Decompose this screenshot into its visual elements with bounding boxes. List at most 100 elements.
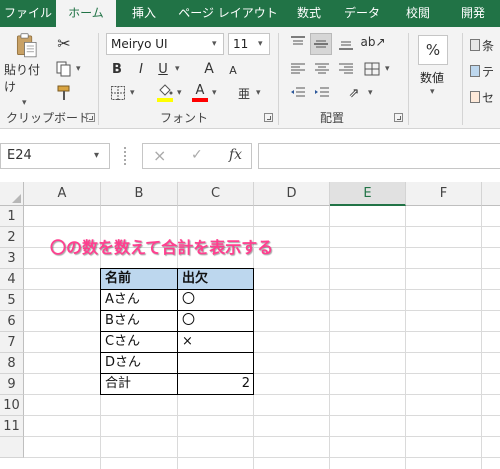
shrink-font-button[interactable]: A: [224, 60, 242, 80]
gridline: [24, 436, 500, 437]
select-all-button[interactable]: [0, 182, 24, 206]
tab-formulas[interactable]: 数式: [284, 0, 334, 27]
row-header-9[interactable]: 9: [0, 374, 24, 395]
table-header-name[interactable]: 名前: [101, 269, 178, 290]
paste-button[interactable]: 貼り付け: [4, 33, 48, 95]
format-as-table-icon: [470, 65, 480, 77]
align-top-icon[interactable]: [288, 33, 308, 53]
font-size-dropdown-icon[interactable]: ▾: [258, 39, 263, 49]
tab-insert[interactable]: 挿入: [116, 0, 172, 27]
italic-button[interactable]: I: [132, 59, 150, 79]
align-center-icon[interactable]: [312, 59, 332, 79]
borders-dropdown-icon[interactable]: ▾: [130, 88, 135, 98]
decrease-indent-icon[interactable]: [288, 83, 308, 103]
paste-dropdown-icon[interactable]: ▾: [22, 98, 27, 108]
wrap-text-icon[interactable]: [362, 59, 382, 79]
borders-icon[interactable]: [108, 83, 128, 103]
number-dropdown-icon[interactable]: ▾: [430, 87, 435, 97]
tab-file[interactable]: ファイル: [0, 0, 56, 27]
column-header-a[interactable]: A: [24, 182, 101, 206]
increase-indent-icon[interactable]: [312, 83, 332, 103]
column-header-f[interactable]: F: [406, 182, 482, 206]
bold-button[interactable]: B: [108, 59, 126, 79]
tab-home[interactable]: ホーム: [56, 0, 116, 27]
row-header-6[interactable]: 6: [0, 311, 24, 332]
number-label: 数値: [420, 71, 445, 85]
gridline: [24, 457, 500, 458]
orientation-icon[interactable]: ab↗: [360, 31, 385, 53]
align-right-icon[interactable]: [336, 59, 356, 79]
font-size-select[interactable]: 11: [228, 33, 270, 55]
furigana-dropdown-icon[interactable]: ▾: [256, 88, 261, 98]
cut-icon[interactable]: ✂: [54, 33, 74, 53]
tab-page-layout[interactable]: ページ レイアウト: [172, 0, 284, 27]
group-label-clipboard: クリップボード: [6, 111, 91, 125]
copy-icon[interactable]: [54, 59, 74, 79]
column-header-c[interactable]: C: [178, 182, 254, 206]
font-name-dropdown-icon[interactable]: ▾: [212, 39, 217, 49]
font-color-button[interactable]: A: [190, 81, 210, 105]
table-cell-attendance[interactable]: 〇: [178, 290, 254, 311]
format-as-table-label: テ: [482, 64, 495, 79]
row-header-7[interactable]: 7: [0, 332, 24, 353]
table-cell-name[interactable]: Dさん: [101, 353, 178, 374]
table-cell-name[interactable]: Bさん: [101, 311, 178, 332]
underline-button[interactable]: U: [154, 59, 172, 79]
row-header-1[interactable]: 1: [0, 206, 24, 227]
tab-developer[interactable]: 開発: [446, 0, 500, 27]
format-painter-icon[interactable]: [54, 83, 74, 103]
row-header-8[interactable]: 8: [0, 353, 24, 374]
formula-input[interactable]: [258, 143, 500, 169]
row-header-2[interactable]: 2: [0, 227, 24, 248]
table-cell-attendance[interactable]: [178, 353, 254, 374]
table-cell-name[interactable]: Aさん: [101, 290, 178, 311]
row-header-12[interactable]: [0, 437, 24, 458]
font-launcher-icon[interactable]: [264, 113, 273, 122]
name-box-dropdown-icon[interactable]: ▾: [94, 150, 99, 161]
table-cell-attendance[interactable]: ×: [178, 332, 254, 353]
fill-color-dropdown-icon[interactable]: ▾: [177, 88, 182, 98]
clipboard-launcher-icon[interactable]: [86, 113, 95, 122]
furigana-button[interactable]: 亜: [234, 83, 254, 103]
table-cell-name[interactable]: Cさん: [101, 332, 178, 353]
cell-styles-button[interactable]: セ: [470, 87, 500, 107]
row-header-5[interactable]: 5: [0, 290, 24, 311]
merge-dropdown-icon[interactable]: ▾: [385, 64, 390, 74]
cell-styles-label: セ: [482, 90, 495, 105]
table-cell-total-label[interactable]: 合計: [101, 374, 178, 395]
row-header-4[interactable]: 4: [0, 269, 24, 290]
fill-color-button[interactable]: [154, 81, 176, 105]
alignment-launcher-icon[interactable]: [394, 113, 403, 122]
text-direction-dropdown-icon[interactable]: ▾: [368, 88, 373, 98]
column-header-b[interactable]: B: [101, 182, 178, 206]
grow-font-button[interactable]: A: [200, 59, 218, 79]
conditional-format-button[interactable]: 条: [470, 35, 500, 55]
table-cell-total-value[interactable]: 2: [178, 374, 254, 395]
row-header-3[interactable]: 3: [0, 248, 24, 269]
gridline: [481, 206, 482, 469]
copy-dropdown-icon[interactable]: ▾: [76, 64, 81, 74]
text-direction-icon[interactable]: ⇗: [342, 83, 366, 103]
row-header-10[interactable]: 10: [0, 395, 24, 416]
row-header-11[interactable]: 11: [0, 416, 24, 437]
font-color-dropdown-icon[interactable]: ▾: [212, 88, 217, 98]
tab-data[interactable]: データ: [334, 0, 390, 27]
enter-icon[interactable]: ✓: [191, 147, 203, 163]
column-header-g[interactable]: [482, 182, 500, 206]
format-as-table-button[interactable]: テ: [470, 61, 500, 81]
column-header-e[interactable]: E: [330, 182, 406, 206]
number-format-button[interactable]: %: [418, 35, 448, 65]
align-bottom-icon[interactable]: [336, 33, 356, 53]
underline-dropdown-icon[interactable]: ▾: [175, 64, 180, 74]
gridline: [24, 394, 500, 395]
cancel-icon[interactable]: ×: [153, 146, 166, 165]
align-left-icon[interactable]: [288, 59, 308, 79]
table-header-attendance[interactable]: 出欠: [178, 269, 254, 290]
table-cell-attendance[interactable]: 〇: [178, 311, 254, 332]
tab-review[interactable]: 校閲: [390, 0, 446, 27]
font-name-select[interactable]: Meiryo UI: [106, 33, 224, 55]
insert-function-icon[interactable]: fx: [229, 147, 242, 163]
align-middle-icon[interactable]: [310, 33, 332, 55]
column-header-d[interactable]: D: [254, 182, 330, 206]
ribbon-divider: [408, 33, 409, 125]
